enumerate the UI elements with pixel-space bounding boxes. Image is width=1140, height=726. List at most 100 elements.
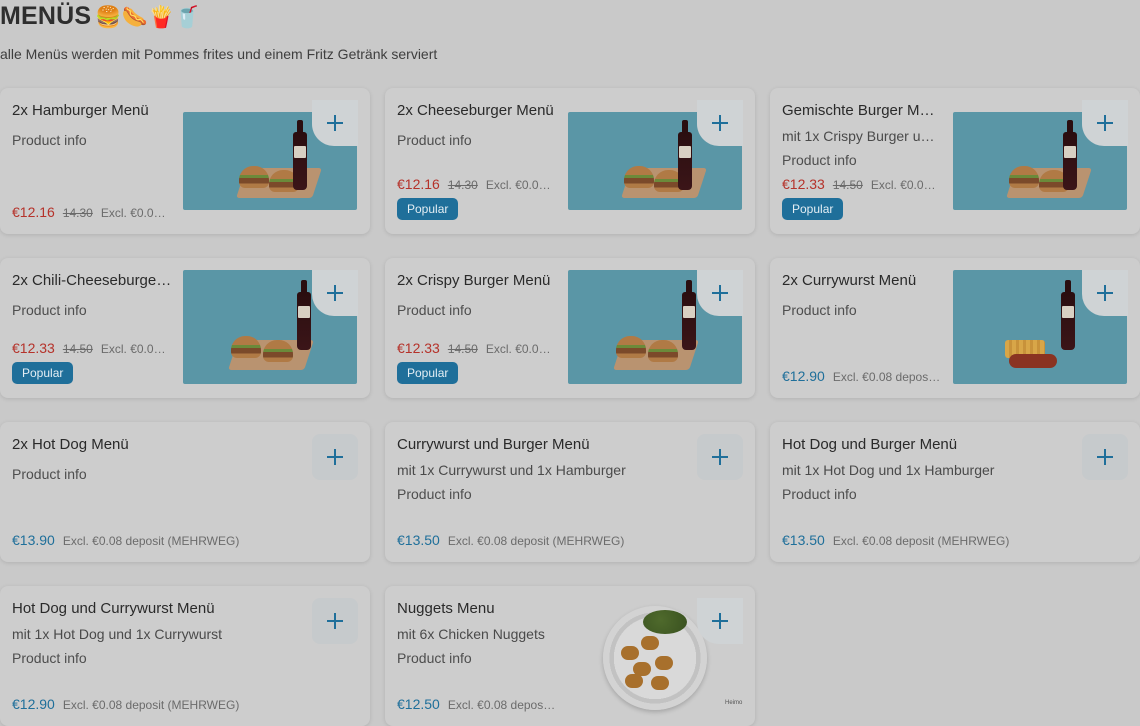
add-button[interactable]: [697, 270, 743, 316]
image-brand-tag: Heimo: [725, 700, 743, 706]
add-button[interactable]: [312, 598, 358, 644]
product-image: [603, 606, 707, 710]
card-description: mit 1x Crispy Burger und 1x Hamburger: [782, 128, 942, 144]
popular-badge: Popular: [397, 198, 459, 220]
product-info-link[interactable]: Product info: [397, 650, 472, 666]
card-title: Hot Dog und Burger Menü: [782, 436, 958, 453]
card-title: Nuggets Menu: [397, 600, 495, 617]
old-price: 14.50: [832, 178, 863, 192]
menu-card-hot-dog-currywurst[interactable]: Hot Dog und Currywurst Menü mit 1x Hot D…: [0, 586, 370, 726]
product-info-link[interactable]: Product info: [782, 152, 857, 168]
product-info-link[interactable]: Product info: [12, 302, 87, 318]
deposit-note: Excl. €0.08 deposit (MEHRWEG): [870, 178, 942, 192]
deposit-note: Excl. €0.08 deposit (MEHRWEG): [100, 206, 172, 220]
deposit-note: Excl. €0.08 deposit (MEHRWEG): [447, 698, 557, 712]
deposit-note: Excl. €0.08 deposit (MEHRWEG): [832, 534, 1010, 548]
price-row: €12.33 14.50 Excl. €0.08 deposit (MEHRWE…: [12, 340, 172, 356]
section-title-text: MENÜS: [0, 2, 92, 30]
popular-badge: Popular: [782, 198, 844, 220]
menu-card-nuggets[interactable]: Nuggets Menu mit 6x Chicken Nuggets Prod…: [385, 586, 755, 726]
card-title: 2x Currywurst Menü: [782, 272, 917, 289]
card-title: Gemischte Burger Menü: [782, 102, 942, 119]
deposit-note: Excl. €0.08 deposit (MEHRWEG): [62, 698, 240, 712]
old-price: 14.30: [62, 206, 93, 220]
product-info-link[interactable]: Product info: [12, 132, 87, 148]
plus-icon: [712, 449, 728, 465]
plus-icon: [1097, 115, 1113, 131]
add-button[interactable]: [697, 434, 743, 480]
price-row: €13.50 Excl. €0.08 deposit (MEHRWEG): [782, 532, 1102, 548]
add-button[interactable]: [1082, 100, 1128, 146]
product-info-link[interactable]: Product info: [12, 466, 87, 482]
deposit-note: Excl. €0.08 deposit (MEHRWEG): [62, 534, 240, 548]
price-row: €12.16 14.30 Excl. €0.08 deposit (MEHRWE…: [12, 204, 172, 220]
old-price: 14.50: [447, 342, 478, 356]
price: €12.90: [12, 696, 55, 712]
card-title: 2x Cheeseburger Menü: [397, 102, 554, 119]
card-description: mit 1x Hot Dog und 1x Hamburger: [782, 462, 995, 478]
menu-section: MENÜS 🍔🌭🍟🥤 alle Menüs werden mit Pommes f…: [0, 0, 1140, 726]
menu-card-currywurst[interactable]: 2x Currywurst Menü Product info €12.90 E…: [770, 258, 1140, 398]
plus-icon: [327, 115, 343, 131]
menu-card-crispy-burger[interactable]: 2x Crispy Burger Menü Product info €12.3…: [385, 258, 755, 398]
deposit-note: Excl. €0.08 deposit (MEHRWEG): [485, 342, 557, 356]
plus-icon: [1097, 449, 1113, 465]
price-row: €12.33 14.50 Excl. €0.08 deposit (MEHRWE…: [397, 340, 557, 356]
food-emoji-icons: 🍔🌭🍟🥤: [95, 6, 201, 29]
menu-card-hot-dog[interactable]: 2x Hot Dog Menü Product info €13.90 Excl…: [0, 422, 370, 562]
price-row: €12.50 Excl. €0.08 deposit (MEHRWEG): [397, 696, 557, 712]
card-title: 2x Chili-Cheeseburger Menü: [12, 272, 172, 289]
price-row: €12.16 14.30 Excl. €0.08 deposit (MEHRWE…: [397, 176, 557, 192]
price-row: €13.90 Excl. €0.08 deposit (MEHRWEG): [12, 532, 332, 548]
price-row: €12.90 Excl. €0.08 deposit (MEHRWEG): [12, 696, 332, 712]
card-title: Currywurst und Burger Menü: [397, 436, 590, 453]
price-row: €13.50 Excl. €0.08 deposit (MEHRWEG): [397, 532, 717, 548]
add-button[interactable]: [1082, 270, 1128, 316]
menu-card-hot-dog-burger[interactable]: Hot Dog und Burger Menü mit 1x Hot Dog u…: [770, 422, 1140, 562]
plus-icon: [712, 115, 728, 131]
menu-card-chili-cheeseburger[interactable]: 2x Chili-Cheeseburger Menü Product info …: [0, 258, 370, 398]
plus-icon: [327, 449, 343, 465]
price: €13.50: [782, 532, 825, 548]
card-title: 2x Hamburger Menü: [12, 102, 149, 119]
plus-icon: [712, 285, 728, 301]
old-price: 14.50: [62, 342, 93, 356]
card-description: mit 1x Currywurst und 1x Hamburger: [397, 462, 626, 478]
product-info-link[interactable]: Product info: [12, 650, 87, 666]
plus-icon: [1097, 285, 1113, 301]
product-info-link[interactable]: Product info: [782, 302, 857, 318]
old-price: 14.30: [447, 178, 478, 192]
section-subtitle: alle Menüs werden mit Pommes frites und …: [0, 46, 438, 62]
product-info-link[interactable]: Product info: [397, 302, 472, 318]
plus-icon: [327, 613, 343, 629]
price: €12.33: [12, 340, 55, 356]
price-row: €12.33 14.50 Excl. €0.08 deposit (MEHRWE…: [782, 176, 942, 192]
menu-card-cheeseburger[interactable]: 2x Cheeseburger Menü Product info €12.16…: [385, 88, 755, 234]
deposit-note: Excl. €0.08 deposit (MEHRWEG): [832, 370, 942, 384]
price-row: €12.90 Excl. €0.08 deposit (MEHRWEG): [782, 368, 942, 384]
section-title: MENÜS 🍔🌭🍟🥤: [0, 2, 201, 31]
add-button[interactable]: [1082, 434, 1128, 480]
product-info-link[interactable]: Product info: [397, 486, 472, 502]
popular-badge: Popular: [397, 362, 459, 384]
card-title: 2x Hot Dog Menü: [12, 436, 129, 453]
add-button[interactable]: [697, 100, 743, 146]
price: €12.16: [397, 176, 440, 192]
menu-card-currywurst-burger[interactable]: Currywurst und Burger Menü mit 1x Curryw…: [385, 422, 755, 562]
card-title: 2x Crispy Burger Menü: [397, 272, 551, 289]
price: €12.16: [12, 204, 55, 220]
card-title: Hot Dog und Currywurst Menü: [12, 600, 215, 617]
menu-card-gemischte-burger[interactable]: Gemischte Burger Menü mit 1x Crispy Burg…: [770, 88, 1140, 234]
card-description: mit 1x Hot Dog und 1x Currywurst: [12, 626, 223, 642]
product-info-link[interactable]: Product info: [397, 132, 472, 148]
plus-icon: [327, 285, 343, 301]
menu-card-hamburger[interactable]: 2x Hamburger Menü Product info €12.16 14…: [0, 88, 370, 234]
price: €12.33: [782, 176, 825, 192]
product-info-link[interactable]: Product info: [782, 486, 857, 502]
add-button[interactable]: [312, 100, 358, 146]
add-button[interactable]: [312, 434, 358, 480]
price: €12.90: [782, 368, 825, 384]
add-button[interactable]: [697, 598, 743, 644]
price: €13.50: [397, 532, 440, 548]
add-button[interactable]: [312, 270, 358, 316]
